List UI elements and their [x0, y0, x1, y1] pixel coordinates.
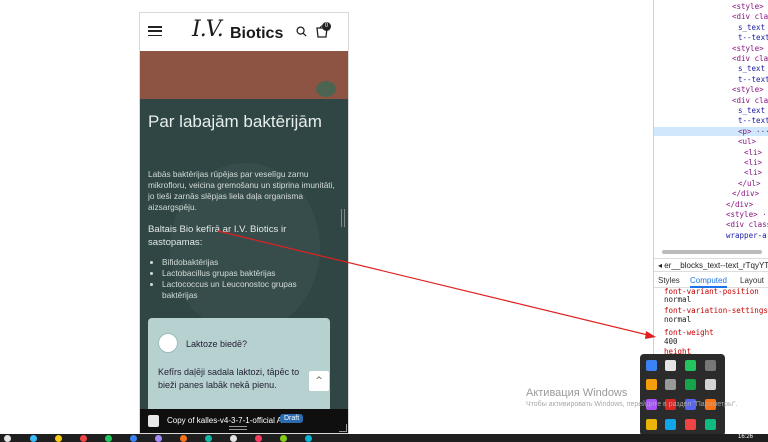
nvidia-icon[interactable]	[685, 379, 696, 390]
breadcrumb-text: er__blocks_text--text_rTqyYT	[664, 261, 768, 270]
dom-node-line[interactable]: <ul>	[738, 137, 756, 146]
dom-node-line[interactable]: </ul>	[738, 179, 761, 188]
taskbar-app-icon[interactable]	[180, 435, 187, 442]
draft-badge: Draft	[280, 414, 304, 423]
app-icon[interactable]	[646, 379, 657, 390]
dom-node-line[interactable]: <style>	[732, 2, 764, 11]
element-breadcrumb[interactable]: ◂ er__blocks_text--text_rTqyYT	[654, 258, 768, 272]
taskbar-app-icon[interactable]	[280, 435, 287, 442]
section-paragraph: Labās baktērijas rūpējas par veselīgu za…	[148, 169, 335, 212]
preview-bottom-handle[interactable]	[229, 426, 247, 430]
styles-tabs: Styles Computed Layout	[654, 273, 768, 288]
dom-node-line[interactable]: <style> ···	[726, 210, 768, 219]
activation-watermark-subtitle: Чтобы активировать Windows, перейдите в …	[526, 401, 738, 408]
preview-resize-handle[interactable]	[341, 209, 345, 227]
list-item: Lactobacillus grupas baktērijas	[162, 268, 334, 279]
dom-node-line[interactable]: <li>	[744, 148, 762, 157]
menu-icon[interactable]	[148, 26, 162, 36]
taskbar-clock[interactable]: 16:26	[738, 434, 753, 440]
taskbar-app-icon[interactable]	[130, 435, 137, 442]
tab-styles[interactable]: Styles	[658, 276, 680, 285]
lactose-card: Laktoze biedē? Kefīrs daļēji sadala lakt…	[148, 318, 330, 418]
app-icon[interactable]	[646, 419, 657, 430]
scroll-to-top-button[interactable]: ^	[309, 371, 329, 391]
search-icon[interactable]	[296, 26, 307, 37]
taskbar-app-icon[interactable]	[205, 435, 212, 442]
prop-value: normal	[664, 315, 692, 324]
dom-node-line[interactable]: </div>	[732, 189, 759, 198]
card-text: Kefīrs daļēji sadala laktozi, tāpēc to b…	[158, 367, 300, 390]
cart-count-badge: 0	[322, 22, 331, 31]
prop-value: 400	[664, 337, 678, 346]
shopify-bag-icon	[148, 415, 159, 427]
list-item: Bifidobaktērijas	[162, 257, 334, 268]
logo-text[interactable]: Biotics	[230, 25, 283, 43]
section-subheading: Baltais Bio kefīrā ar I.V. Biotics ir sa…	[148, 224, 287, 248]
mobile-header: I.V. Biotics 0	[140, 13, 348, 51]
bacteria-list: Bifidobaktērijas Lactobacillus grupas ba…	[154, 257, 334, 301]
start-icon[interactable]	[4, 435, 11, 442]
dom-node-line[interactable]: <style>	[732, 44, 764, 53]
tab-layout[interactable]: Layout	[740, 276, 764, 285]
dom-node-line[interactable]: <li>	[744, 168, 762, 177]
section-title: Par labajām baktērijām	[148, 112, 322, 131]
activation-watermark-title: Активация Windows	[526, 387, 628, 399]
dom-node-line[interactable]: t--text_w	[738, 75, 768, 84]
dom-node-line[interactable]: <li>	[744, 158, 762, 167]
card-title: Laktoze biedē?	[186, 339, 248, 349]
prop-name[interactable]: font-variation-settings	[664, 306, 768, 315]
dom-node-line[interactable]: <div clas	[732, 54, 768, 63]
dom-node-line[interactable]: t--text_q	[738, 33, 768, 42]
preview-footer-bar: Copy of kalles-v4-3-7-1-official AR Draf…	[140, 409, 348, 433]
dom-node-line[interactable]: </div>	[726, 200, 753, 209]
prop-name[interactable]: font-weight	[664, 328, 714, 337]
dom-node-line[interactable]: s_text la	[738, 23, 768, 32]
milk-bottle-icon	[158, 333, 178, 353]
taskbar-app-icon[interactable]	[30, 435, 37, 442]
dom-node-line[interactable]: t--text_r	[738, 116, 768, 125]
app-icon[interactable]	[705, 379, 716, 390]
volume-icon[interactable]	[665, 379, 676, 390]
taskbar-app-icon[interactable]	[80, 435, 87, 442]
app-icon[interactable]	[685, 419, 696, 430]
taskbar-app-icon[interactable]	[105, 435, 112, 442]
dom-node-line[interactable]: <p> ···	[654, 126, 768, 136]
taskbar-app-icon[interactable]	[255, 435, 262, 442]
taskbar-app-icon[interactable]	[155, 435, 162, 442]
logo-mark[interactable]: I.V.	[192, 17, 224, 42]
shield-icon[interactable]	[665, 360, 676, 371]
dom-node-line[interactable]: s_text la	[738, 64, 768, 73]
theme-name: Copy of kalles-v4-3-7-1-official AR	[167, 416, 288, 425]
taskbar	[0, 434, 768, 442]
app-icon[interactable]	[685, 360, 696, 371]
dom-node-line[interactable]: <div clas	[732, 96, 768, 105]
list-item: Lactococcus un Leuconostoc grupas baktēr…	[162, 279, 334, 301]
dom-node-line[interactable]: <div class	[726, 220, 768, 229]
taskbar-app-icon[interactable]	[55, 435, 62, 442]
system-tray-overflow	[640, 354, 725, 436]
mobile-preview[interactable]: I.V. Biotics 0 Par labajām baktērijām La…	[139, 12, 349, 434]
network-icon[interactable]	[705, 360, 716, 371]
bluetooth-icon[interactable]	[646, 360, 657, 371]
dom-node-line[interactable]: wrapper-are	[726, 231, 768, 240]
app-icon[interactable]	[705, 419, 716, 430]
dom-horizontal-scrollbar[interactable]	[662, 250, 762, 254]
hero-image	[140, 51, 348, 99]
taskbar-app-icon[interactable]	[305, 435, 312, 442]
dom-node-line[interactable]: <style>	[732, 85, 764, 94]
prop-value: normal	[664, 295, 692, 304]
dom-node-line[interactable]: s_text la	[738, 106, 768, 115]
app-icon[interactable]	[665, 419, 676, 430]
taskbar-app-icon[interactable]	[230, 435, 237, 442]
resize-corner-grip[interactable]	[339, 424, 347, 432]
dom-node-line[interactable]: <div clas	[732, 12, 768, 21]
